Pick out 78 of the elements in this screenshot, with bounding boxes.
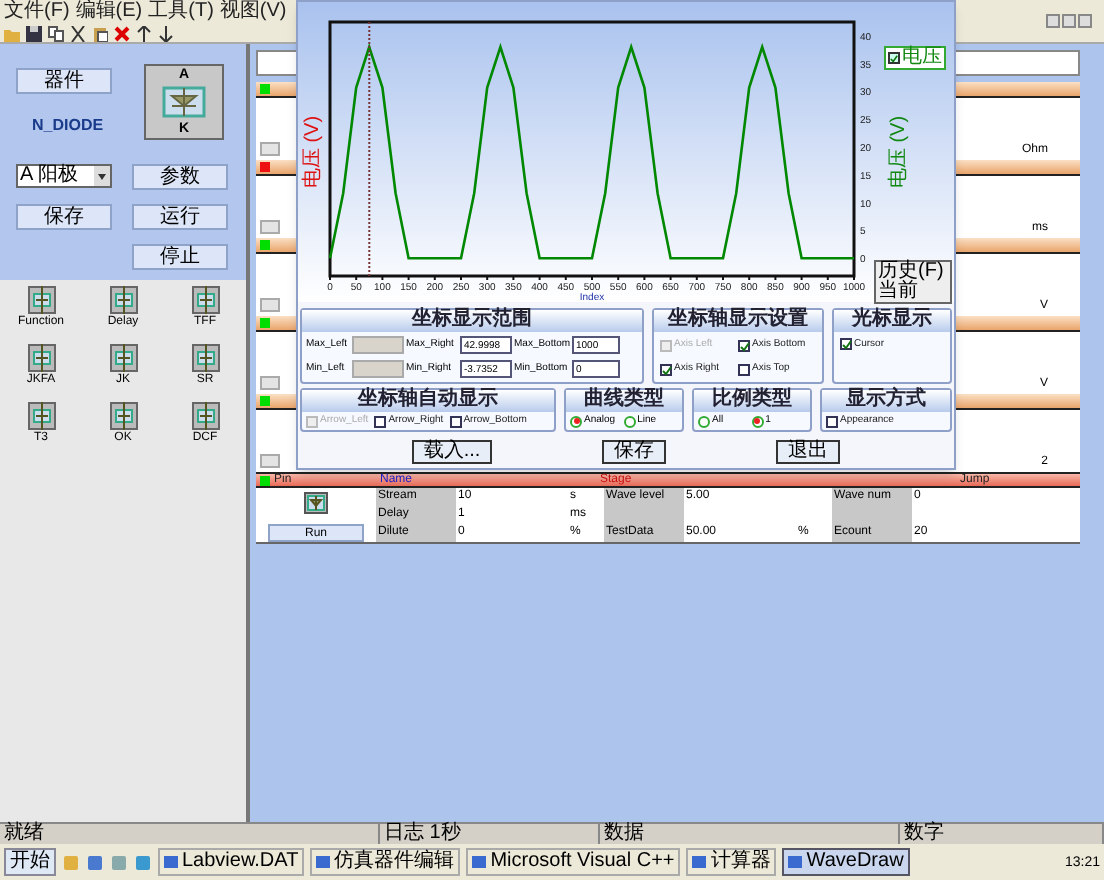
- group-title: 坐标轴自动显示: [302, 390, 554, 412]
- checkbox[interactable]: [374, 415, 387, 427]
- group-title: 显示方式: [822, 390, 950, 412]
- panel-button[interactable]: 保存: [16, 204, 112, 230]
- radio-button[interactable]: [570, 415, 582, 427]
- checkbox[interactable]: [840, 338, 852, 350]
- y-axis-title: 电压 (V): [302, 115, 324, 189]
- taskbar-button[interactable]: Labview.DAT: [158, 848, 305, 876]
- check-icon: [662, 365, 672, 375]
- readout-text: 历史(F): [876, 262, 946, 282]
- checkbox[interactable]: [738, 339, 750, 351]
- status-text: 日志 1秒: [384, 824, 461, 844]
- app-icon: [692, 854, 707, 870]
- taskbar-button[interactable]: Microsoft Visual C++: [466, 848, 681, 876]
- check-icon: [842, 340, 852, 350]
- copy-icon[interactable]: [48, 25, 64, 41]
- anode-dropdown[interactable]: A 阳极: [16, 164, 112, 188]
- app-icon: [316, 854, 331, 870]
- radio-button[interactable]: [698, 415, 710, 427]
- diode-icon: [162, 86, 206, 118]
- panel-button[interactable]: 运行: [132, 204, 228, 230]
- component-icon[interactable]: [109, 344, 137, 372]
- legend-label: 电压: [902, 48, 942, 68]
- check-icon: [890, 53, 898, 63]
- checkbox[interactable]: [449, 415, 462, 427]
- taskbar-button[interactable]: 仿真器件编辑: [310, 848, 461, 876]
- minimize-button[interactable]: [1046, 14, 1060, 28]
- readout-text: 当前: [876, 282, 919, 302]
- status-text: 数字: [904, 824, 944, 844]
- delete-icon[interactable]: [114, 25, 130, 41]
- diode-icon[interactable]: [304, 492, 328, 514]
- dialog-button[interactable]: 保存: [602, 440, 667, 464]
- status-text: 数据: [604, 824, 644, 844]
- component-icon[interactable]: [27, 344, 55, 372]
- group-title: 曲线类型: [566, 390, 682, 412]
- panel-button[interactable]: 参数: [132, 164, 228, 190]
- radio-button[interactable]: [623, 415, 636, 427]
- taskbar-button[interactable]: WaveDraw: [782, 848, 910, 876]
- device-name: N_DIODE: [32, 114, 104, 138]
- dialog-button[interactable]: 载入...: [411, 440, 493, 464]
- paste-icon[interactable]: [92, 25, 108, 41]
- app-icon: [472, 854, 487, 870]
- group-title: 坐标轴显示设置: [654, 310, 822, 332]
- status-text: 就绪: [4, 824, 44, 844]
- start-button[interactable]: 开始: [4, 848, 56, 876]
- menu-item[interactable]: 视图(V): [219, 2, 287, 22]
- component-icon[interactable]: [191, 286, 219, 314]
- component-icon[interactable]: [27, 286, 55, 314]
- group-title: 光标显示: [834, 310, 950, 332]
- save-icon[interactable]: [26, 25, 42, 41]
- close-button[interactable]: [1078, 14, 1092, 28]
- component-icon[interactable]: [109, 286, 137, 314]
- app-icon: [788, 854, 803, 870]
- checkbox[interactable]: [738, 363, 750, 375]
- radio-button[interactable]: [751, 415, 764, 427]
- dropdown-caret-icon: [94, 166, 110, 186]
- arrow-down-icon[interactable]: [158, 25, 174, 41]
- check-icon: [740, 341, 750, 351]
- arrow-up-icon[interactable]: [136, 25, 152, 41]
- menu-item[interactable]: 工具(T): [148, 2, 214, 22]
- right-axis-title: 电压 (V): [888, 115, 910, 189]
- panel-button[interactable]: 停止: [132, 244, 228, 270]
- component-icon[interactable]: [191, 344, 219, 372]
- group-title: 比例类型: [694, 390, 810, 412]
- group-title: 坐标显示范围: [302, 310, 642, 332]
- component-icon[interactable]: [191, 402, 219, 430]
- dialog-button[interactable]: 退出: [776, 440, 841, 464]
- device-button[interactable]: 器件: [16, 68, 112, 94]
- checkbox[interactable]: [660, 363, 672, 375]
- cut-icon[interactable]: [70, 25, 86, 41]
- legend-checkbox[interactable]: [888, 52, 900, 64]
- component-icon[interactable]: [27, 402, 55, 430]
- app-icon: [164, 854, 178, 870]
- taskbar-button[interactable]: 计算器: [686, 848, 777, 876]
- maximize-button[interactable]: [1062, 14, 1076, 28]
- checkbox[interactable]: [826, 415, 838, 427]
- component-icon[interactable]: [109, 402, 137, 430]
- menu-item[interactable]: 编辑(E): [75, 2, 143, 22]
